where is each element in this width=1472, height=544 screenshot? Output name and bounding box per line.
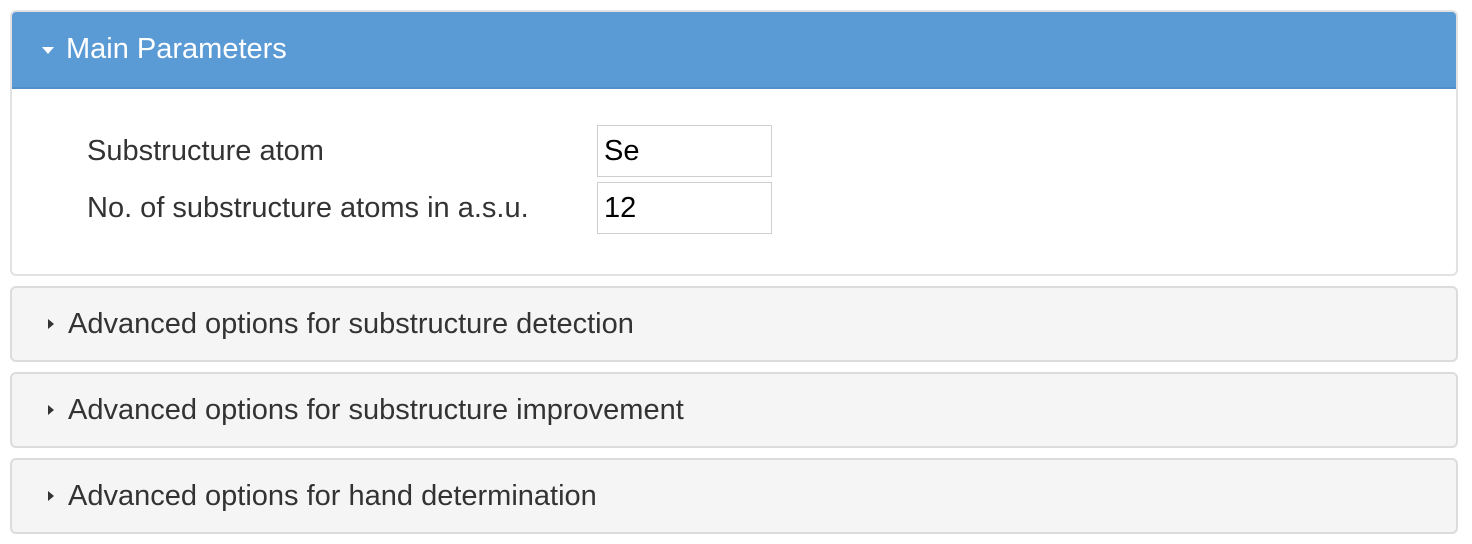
main-parameters-body: Substructure atom No. of substructure at…: [12, 89, 1456, 274]
substructure-atom-row: Substructure atom: [87, 125, 772, 177]
caret-right-icon: [48, 319, 54, 329]
substructure-count-input[interactable]: [597, 182, 772, 234]
main-parameters-title: Main Parameters: [66, 33, 287, 65]
main-parameters-panel: Main Parameters Substructure atom No. of…: [10, 10, 1458, 276]
substructure-improvement-title: Advanced options for substructure improv…: [68, 393, 684, 426]
substructure-atom-input[interactable]: [597, 125, 772, 177]
substructure-detection-title: Advanced options for substructure detect…: [68, 307, 634, 340]
substructure-count-row: No. of substructure atoms in a.s.u.: [87, 182, 772, 234]
substructure-detection-panel-header[interactable]: Advanced options for substructure detect…: [10, 286, 1458, 362]
caret-down-icon: [42, 47, 54, 54]
hand-determination-title: Advanced options for hand determination: [68, 479, 597, 512]
caret-right-icon: [48, 491, 54, 501]
substructure-improvement-panel-header[interactable]: Advanced options for substructure improv…: [10, 372, 1458, 448]
hand-determination-panel-header[interactable]: Advanced options for hand determination: [10, 458, 1458, 534]
accordion: Main Parameters Substructure atom No. of…: [10, 10, 1458, 534]
substructure-atom-label: Substructure atom: [87, 134, 324, 167]
caret-right-icon: [48, 405, 54, 415]
substructure-count-label: No. of substructure atoms in a.s.u.: [87, 191, 529, 224]
main-parameters-header[interactable]: Main Parameters: [12, 12, 1456, 89]
